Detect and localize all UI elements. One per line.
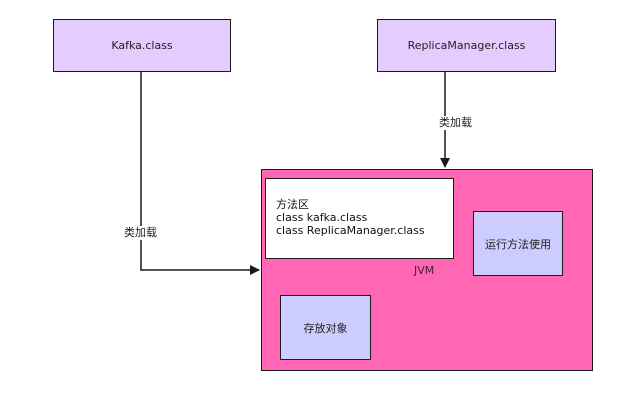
- method-area-title: 方法区: [276, 198, 309, 211]
- replica-manager-class-label: ReplicaManager.class: [407, 39, 526, 52]
- method-area-replica-entry: class ReplicaManager.class: [276, 224, 425, 237]
- run-method-label: 运行方法使用: [485, 237, 551, 251]
- method-area-kafka-entry: class kafka.class: [276, 211, 368, 224]
- store-object-node: 存放对象: [280, 295, 371, 360]
- store-object-label: 存放对象: [303, 321, 348, 335]
- jvm-label: JVM: [414, 264, 435, 277]
- kafka-class-label: Kafka.class: [111, 39, 173, 52]
- method-area-node: 方法区 class kafka.class class ReplicaManag…: [265, 178, 454, 259]
- replica-manager-class-node: ReplicaManager.class: [377, 19, 556, 72]
- run-method-node: 运行方法使用: [473, 211, 563, 276]
- edge-label-replica-load: 类加载: [438, 116, 473, 130]
- edge-kafka-to-jvm: [140, 72, 260, 275]
- edge-label-kafka-load: 类加载: [123, 226, 158, 240]
- kafka-class-node: Kafka.class: [53, 19, 231, 72]
